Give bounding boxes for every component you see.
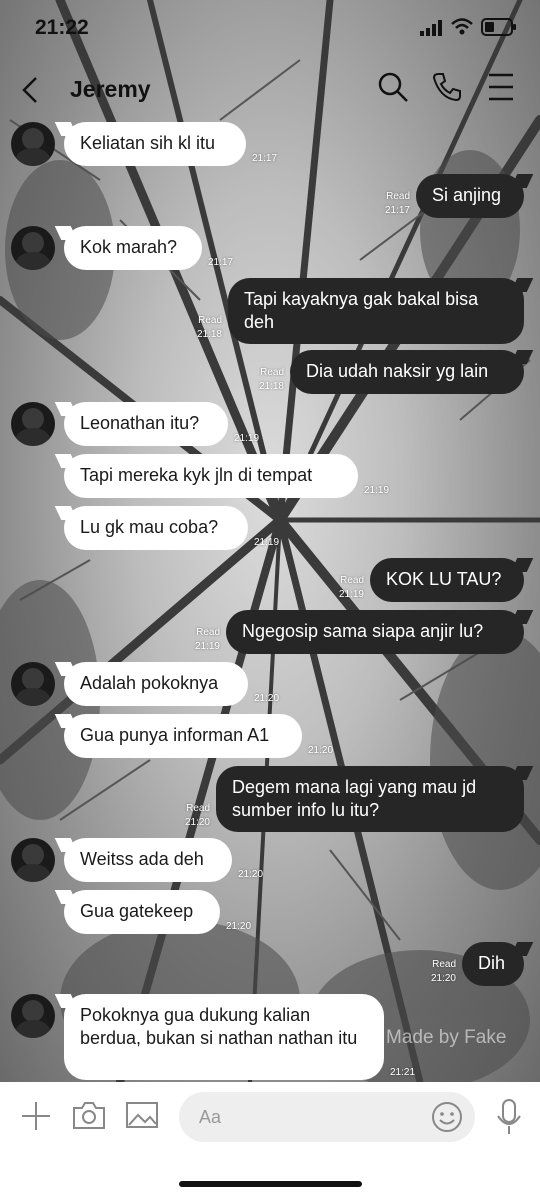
outgoing-message-bubble[interactable]: Dia udah naksir yg lain: [290, 350, 524, 394]
status-bar: 21:22: [0, 0, 540, 56]
outgoing-message-bubble[interactable]: KOK LU TAU?: [370, 558, 524, 602]
status-time: 21:22: [35, 16, 89, 39]
back-icon[interactable]: [16, 72, 46, 108]
message-time: 21:20: [430, 973, 456, 984]
plus-icon[interactable]: [20, 1100, 52, 1132]
incoming-message-bubble[interactable]: Keliatan sih kl itu: [64, 122, 246, 166]
read-receipt: Read: [340, 575, 364, 586]
phone-icon[interactable]: [430, 70, 464, 104]
chat-header: Jeremy: [0, 62, 540, 118]
search-icon[interactable]: [376, 70, 410, 104]
contact-avatar[interactable]: [11, 402, 55, 446]
message-time: 21:19: [338, 589, 364, 600]
message-time: 21:20: [254, 693, 280, 704]
message-meta: Read 21:17: [385, 190, 410, 218]
message-meta: Read 21:18: [197, 314, 222, 342]
read-receipt: Read: [432, 959, 456, 970]
outgoing-message-bubble[interactable]: Si anjing: [416, 174, 524, 218]
message-meta: Read 21:19: [339, 574, 364, 602]
message-time: 21:17: [384, 205, 410, 216]
contact-avatar[interactable]: [11, 226, 55, 270]
message-meta: 21:20: [254, 692, 279, 706]
read-receipt: Read: [260, 367, 284, 378]
incoming-message-bubble[interactable]: Lu gk mau coba?: [64, 506, 248, 550]
read-receipt: Read: [196, 627, 220, 638]
camera-icon[interactable]: [72, 1100, 106, 1130]
battery-icon: [481, 18, 516, 36]
outgoing-message-bubble[interactable]: Tapi kayaknya gak bakal bisa deh: [228, 278, 524, 344]
contact-avatar[interactable]: [11, 662, 55, 706]
message-time: 21:19: [254, 537, 280, 548]
emoji-icon[interactable]: [431, 1101, 463, 1133]
menu-icon[interactable]: [484, 70, 518, 104]
message-meta: 21:19: [234, 432, 259, 446]
message-time: 21:20: [238, 869, 264, 880]
message-time: 21:20: [308, 745, 334, 756]
message-meta: 21:17: [252, 152, 277, 166]
incoming-message-bubble[interactable]: Tapi mereka kyk jln di tempat: [64, 454, 358, 498]
message-meta: 21:19: [254, 536, 279, 550]
incoming-message-bubble[interactable]: Pokoknya gua dukung kalian berdua, bukan…: [64, 994, 384, 1080]
message-time: 21:18: [258, 381, 284, 392]
message-meta: 21:19: [364, 484, 389, 498]
wifi-icon: [451, 18, 473, 35]
incoming-message-bubble[interactable]: Leonathan itu?: [64, 402, 228, 446]
message-meta: Read 21:20: [185, 802, 210, 830]
read-receipt: Read: [186, 803, 210, 814]
message-time: 21:20: [226, 921, 252, 932]
message-meta: Read 21:19: [195, 626, 220, 654]
message-time: 21:17: [252, 153, 278, 164]
message-time: 21:19: [194, 641, 220, 652]
message-meta: 21:20: [238, 868, 263, 882]
message-input-placeholder: Aa: [199, 1107, 222, 1127]
signal-icon: [420, 20, 442, 36]
message-meta: Read 21:18: [259, 366, 284, 394]
message-time: 21:17: [208, 257, 234, 268]
message-time: 21:18: [196, 329, 222, 340]
message-meta: Read 21:20: [431, 958, 456, 986]
message-meta: 21:20: [308, 744, 333, 758]
contact-name: Jeremy: [70, 76, 151, 102]
incoming-message-bubble[interactable]: Kok marah?: [64, 226, 202, 270]
message-time: 21:19: [364, 485, 390, 496]
message-meta: 21:21: [390, 1066, 415, 1080]
message-meta: 21:17: [208, 256, 233, 270]
incoming-message-bubble[interactable]: Gua gatekeep: [64, 890, 220, 934]
outgoing-message-bubble[interactable]: Degem mana lagi yang mau jd sumber info …: [216, 766, 524, 832]
contact-avatar[interactable]: [11, 838, 55, 882]
message-time: 21:21: [390, 1067, 416, 1078]
composer-bar: Aa: [0, 1082, 540, 1152]
image-icon[interactable]: [125, 1100, 159, 1130]
read-receipt: Read: [198, 315, 222, 326]
incoming-message-bubble[interactable]: Adalah pokoknya: [64, 662, 248, 706]
message-input[interactable]: Aa: [179, 1092, 475, 1142]
message-time: 21:20: [184, 817, 210, 828]
outgoing-message-bubble[interactable]: Dih: [462, 942, 524, 986]
outgoing-message-bubble[interactable]: Ngegosip sama siapa anjir lu?: [226, 610, 524, 654]
home-indicator: [179, 1181, 362, 1187]
watermark: Made by Fake: [386, 1027, 507, 1048]
message-meta: 21:20: [226, 920, 251, 934]
contact-avatar[interactable]: [11, 122, 55, 166]
microphone-icon[interactable]: [496, 1098, 522, 1136]
contact-avatar[interactable]: [11, 994, 55, 1038]
incoming-message-bubble[interactable]: Weitss ada deh: [64, 838, 232, 882]
message-time: 21:19: [234, 433, 260, 444]
read-receipt: Read: [386, 191, 410, 202]
incoming-message-bubble[interactable]: Gua punya informan A1: [64, 714, 302, 758]
